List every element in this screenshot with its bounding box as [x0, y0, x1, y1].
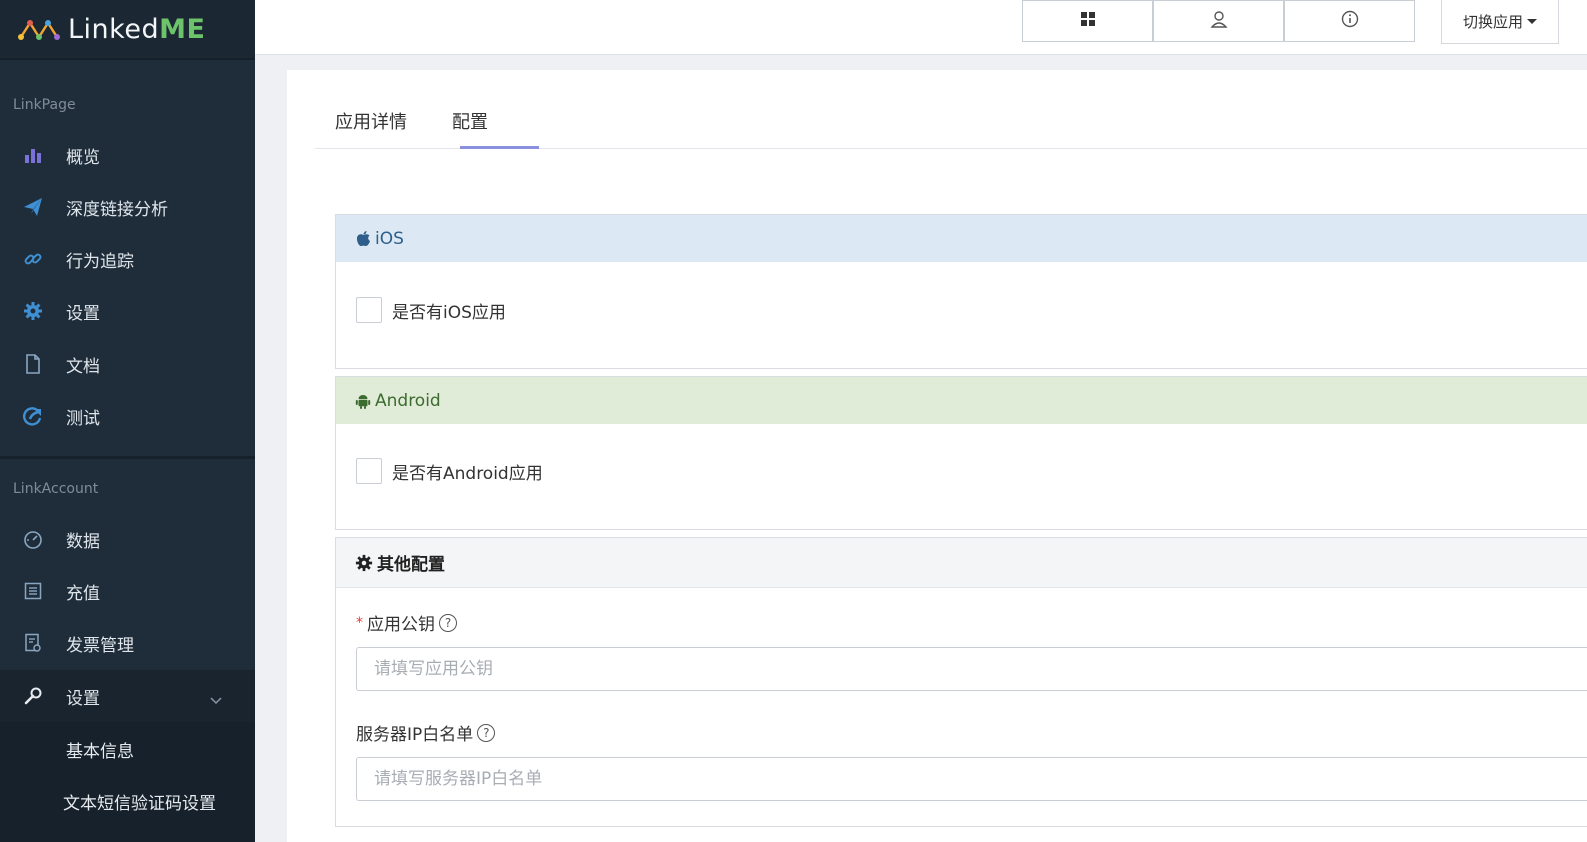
user-icon — [1209, 10, 1228, 32]
invoice-icon — [23, 633, 43, 653]
section-label-linkaccount: LinkAccount — [13, 481, 99, 497]
sidebar-item-label: 充值 — [66, 583, 100, 604]
has-android-app-checkbox[interactable] — [356, 458, 382, 484]
sidebar-item-label: 深度链接分析 — [66, 199, 168, 220]
section-label-linkpage: LinkPage — [13, 97, 76, 113]
sidebar: LinkedME LinkPage 概览 深度链接分析 行为追踪 设置 文档 测… — [0, 0, 255, 842]
bar-chart-icon — [23, 145, 43, 165]
logo-bar: LinkedME — [0, 0, 255, 60]
sidebar-item-data[interactable]: 数据 — [0, 513, 255, 565]
other-config-panel: 其他配置 * 应用公钥 ? 服务器IP白名单 ? — [335, 537, 1587, 827]
list-icon — [23, 581, 43, 601]
dashboard-icon — [23, 529, 43, 549]
user-button[interactable] — [1153, 0, 1284, 42]
sidebar-item-label: 设置 — [66, 688, 100, 709]
has-ios-app-checkbox[interactable] — [356, 297, 382, 323]
ios-panel: iOS 是否有iOS应用 — [335, 214, 1587, 369]
ios-panel-header: iOS — [336, 215, 1587, 262]
android-panel: Android 是否有Android应用 — [335, 376, 1587, 530]
paper-plane-icon — [23, 197, 43, 217]
wrench-icon — [23, 686, 43, 706]
sidebar-item-label: 文档 — [66, 356, 100, 377]
sidebar-item-deeplink-analysis[interactable]: 深度链接分析 — [0, 181, 255, 233]
grid-button[interactable] — [1022, 0, 1153, 42]
gear-icon — [23, 301, 43, 321]
switch-app-label: 切换应用 — [1462, 13, 1523, 31]
sidebar-item-label: 测试 — [66, 408, 100, 429]
caret-down-icon — [1527, 19, 1537, 24]
sidebar-item-recharge[interactable]: 充值 — [0, 565, 255, 617]
ip-whitelist-input[interactable] — [356, 757, 1587, 801]
info-button[interactable] — [1284, 0, 1415, 42]
gear-icon — [355, 554, 373, 572]
help-icon[interactable]: ? — [477, 723, 496, 742]
public-key-label-row: * 应用公钥 ? — [356, 610, 457, 635]
has-android-app-label: 是否有Android应用 — [392, 463, 543, 484]
ios-app-checkbox-row: 是否有iOS应用 — [356, 297, 506, 323]
sidebar-item-label: 数据 — [66, 531, 100, 552]
tab-app-details[interactable]: 应用详情 — [335, 108, 407, 134]
main-card: 应用详情 配置 iOS 是否有iOS应用 Android 是否有Android应… — [287, 70, 1587, 842]
sidebar-item-account-settings[interactable]: 设置 — [0, 670, 255, 722]
grid-icon — [1080, 11, 1096, 31]
sidebar-item-label: 发票管理 — [66, 635, 134, 656]
sidebar-item-label: 设置 — [66, 303, 100, 324]
other-config-title: 其他配置 — [377, 555, 445, 575]
document-icon — [23, 354, 43, 374]
sidebar-item-invoice[interactable]: 发票管理 — [0, 617, 255, 669]
public-key-label: 应用公钥 — [367, 615, 435, 635]
android-panel-header: Android — [336, 377, 1587, 424]
ip-whitelist-label-row: 服务器IP白名单 ? — [356, 720, 496, 745]
required-mark: * — [356, 614, 363, 631]
sidebar-item-settings[interactable]: 设置 — [0, 285, 255, 337]
sidebar-item-test[interactable]: 测试 — [0, 390, 255, 442]
has-ios-app-label: 是否有iOS应用 — [392, 302, 506, 323]
other-config-header: 其他配置 — [336, 538, 1587, 588]
android-app-checkbox-row: 是否有Android应用 — [356, 458, 543, 484]
submenu-item-sms-settings[interactable]: 文本短信验证码设置 — [63, 789, 216, 814]
sidebar-item-label: 行为追踪 — [66, 251, 134, 272]
share-icon — [23, 406, 43, 426]
chevron-down-icon — [210, 690, 222, 709]
ip-whitelist-label: 服务器IP白名单 — [356, 725, 474, 745]
tab-config[interactable]: 配置 — [452, 108, 488, 134]
sidebar-item-behavior-tracking[interactable]: 行为追踪 — [0, 233, 255, 285]
switch-app-button[interactable]: 切换应用 — [1441, 0, 1559, 44]
settings-submenu: 基本信息 文本短信验证码设置 — [0, 722, 255, 842]
android-icon — [355, 393, 371, 409]
active-tab-indicator — [460, 146, 539, 149]
sidebar-item-label: 概览 — [66, 147, 100, 168]
help-icon[interactable]: ? — [439, 613, 457, 632]
sidebar-divider — [0, 456, 255, 459]
top-bar: 切换应用 — [255, 0, 1587, 55]
android-panel-title: Android — [375, 390, 441, 411]
public-key-input[interactable] — [356, 647, 1587, 691]
tab-bar: 应用详情 配置 — [315, 70, 1587, 149]
submenu-item-basic-info[interactable]: 基本信息 — [66, 737, 134, 762]
logo-text[interactable]: LinkedME — [68, 14, 205, 45]
apple-icon — [355, 230, 371, 247]
link-icon — [23, 249, 43, 269]
info-icon — [1341, 10, 1359, 32]
logo-icon — [18, 20, 60, 40]
sidebar-item-docs[interactable]: 文档 — [0, 338, 255, 390]
sidebar-item-overview[interactable]: 概览 — [0, 129, 255, 181]
ios-panel-title: iOS — [375, 228, 404, 249]
